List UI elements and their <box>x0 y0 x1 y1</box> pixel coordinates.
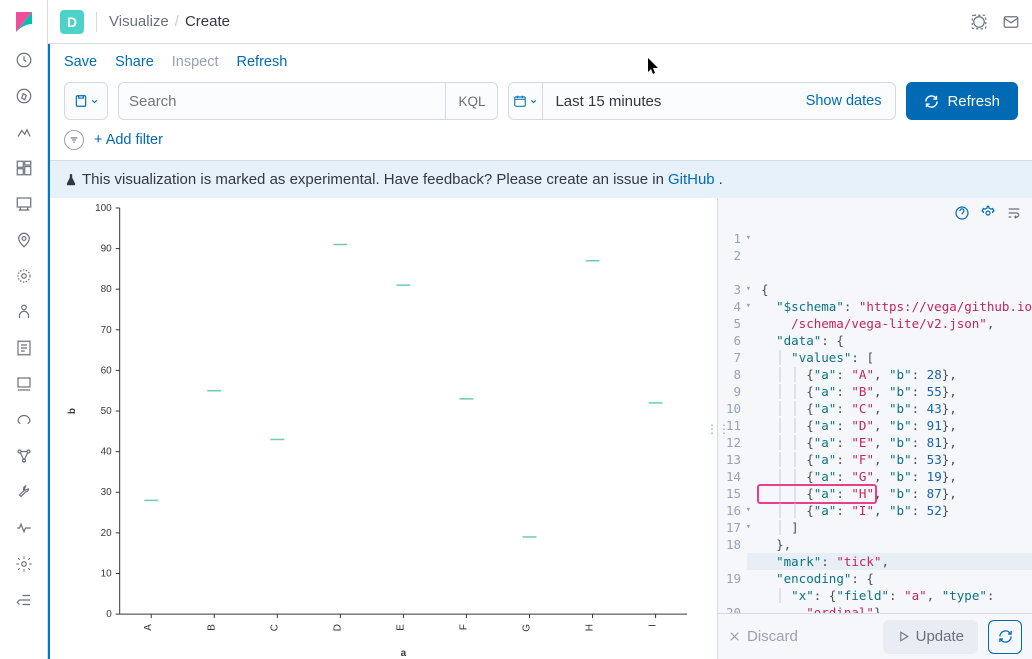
side-iconbar <box>0 0 48 659</box>
calendar-icon[interactable] <box>509 83 543 119</box>
github-link[interactable]: GitHub <box>668 171 715 188</box>
svg-text:F: F <box>458 624 469 630</box>
auto-refresh-button[interactable] <box>988 620 1022 654</box>
svg-text:70: 70 <box>101 325 113 336</box>
svg-text:0: 0 <box>106 609 112 620</box>
fullscreen-icon[interactable] <box>970 13 988 31</box>
svg-text:10: 10 <box>101 568 113 579</box>
tick-chart: 0 10 20 30 40 50 60 70 80 90 100 A B C D E F G H Ib a <box>50 198 717 659</box>
svg-text:20: 20 <box>101 528 113 539</box>
svg-text:G: G <box>521 624 532 632</box>
kql-toggle[interactable]: KQL <box>445 83 497 119</box>
menu-refresh[interactable]: Refresh <box>237 54 288 70</box>
svg-text:b: b <box>67 408 78 414</box>
nav-canvas-icon[interactable] <box>8 188 40 220</box>
search-input[interactable] <box>119 93 445 110</box>
date-picker[interactable]: Last 15 minutes Show dates <box>508 82 896 120</box>
nav-uptime-icon[interactable] <box>8 404 40 436</box>
nav-monitoring-icon[interactable] <box>8 512 40 544</box>
search-box: KQL <box>118 82 498 120</box>
svg-text:I: I <box>648 624 659 627</box>
svg-text:100: 100 <box>95 203 112 214</box>
add-filter-link[interactable]: + Add filter <box>94 132 163 148</box>
svg-text:90: 90 <box>101 244 113 255</box>
flask-icon <box>64 173 78 187</box>
settings-icon[interactable] <box>980 205 996 221</box>
nav-ml-icon[interactable] <box>8 260 40 292</box>
breadcrumb: Visualize / Create <box>109 13 230 30</box>
svg-text:D: D <box>332 624 343 631</box>
crumb-create: Create <box>185 13 230 30</box>
show-dates-link[interactable]: Show dates <box>792 93 896 109</box>
kibana-logo-icon <box>12 10 36 34</box>
menu-save[interactable]: Save <box>64 54 97 70</box>
svg-text:80: 80 <box>101 284 113 295</box>
svg-text:H: H <box>585 624 596 631</box>
nav-collapse-icon[interactable] <box>8 584 40 616</box>
svg-text:a: a <box>401 648 407 659</box>
chart-panel: 0 10 20 30 40 50 60 70 80 90 100 A B C D E F G H Ib a <box>50 198 717 659</box>
menu-inspect: Inspect <box>172 54 219 70</box>
refresh-button[interactable]: Refresh <box>906 82 1018 120</box>
svg-text:40: 40 <box>101 447 113 458</box>
crumb-visualize[interactable]: Visualize <box>109 13 169 30</box>
nav-infra-icon[interactable] <box>8 296 40 328</box>
update-button[interactable]: Update <box>883 620 978 654</box>
mail-icon[interactable] <box>1002 13 1020 31</box>
experimental-banner: This visualization is marked as experime… <box>50 160 1032 198</box>
nav-graph-icon[interactable] <box>8 440 40 472</box>
wrap-icon[interactable] <box>1006 205 1022 221</box>
svg-text:A: A <box>143 624 154 631</box>
menu-share[interactable]: Share <box>115 54 154 70</box>
topbar: D Visualize / Create <box>48 0 1032 44</box>
saved-query-button[interactable] <box>64 82 108 120</box>
nav-maps-icon[interactable] <box>8 224 40 256</box>
svg-text:C: C <box>269 624 280 631</box>
space-badge[interactable]: D <box>60 10 84 34</box>
nav-recent-icon[interactable] <box>8 44 40 76</box>
vega-editor: ⋮⋮ 123456789101112131415161718192021 { "… <box>717 198 1032 659</box>
nav-dashboard-icon[interactable] <box>8 152 40 184</box>
nav-discover-icon[interactable] <box>8 80 40 112</box>
svg-text:B: B <box>206 624 217 631</box>
date-text: Last 15 minutes <box>543 93 791 110</box>
help-icon[interactable] <box>954 205 970 221</box>
nav-logs-icon[interactable] <box>8 332 40 364</box>
svg-text:E: E <box>395 624 406 631</box>
nav-management-icon[interactable] <box>8 548 40 580</box>
svg-text:60: 60 <box>101 365 113 376</box>
menubar: Save Share Inspect Refresh <box>50 44 1032 76</box>
svg-text:50: 50 <box>101 406 113 417</box>
filter-menu-icon[interactable] <box>64 130 84 150</box>
svg-text:30: 30 <box>101 487 113 498</box>
nav-devtools-icon[interactable] <box>8 476 40 508</box>
nav-visualize-icon[interactable] <box>8 116 40 148</box>
nav-apm-icon[interactable] <box>8 368 40 400</box>
discard-button[interactable]: Discard <box>728 628 798 645</box>
